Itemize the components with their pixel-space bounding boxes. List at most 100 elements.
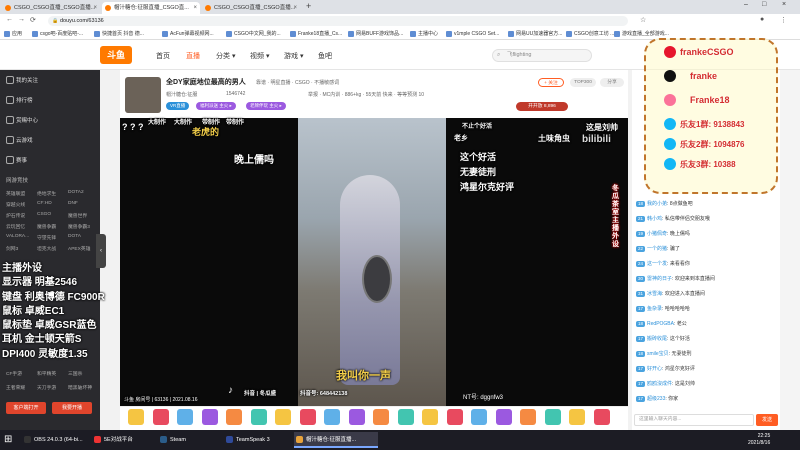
sidebar-category[interactable]: 坦克大战 [37,245,56,252]
bookmark[interactable]: 网易BUFF游戏饰品... [348,30,403,38]
chat-nickname[interactable]: 鸥鸥沒成件 [647,381,672,387]
gift-item[interactable] [348,409,365,425]
menu-icon[interactable]: ⋮ [780,16,787,24]
sidebar-category[interactable]: APEX英雄 [68,245,90,252]
sidebar-category[interactable]: CF手游 [6,370,22,377]
search-input[interactable]: ⌕ 飞flighting [492,49,592,62]
bookmark[interactable]: CSGO中文网_我的... [226,30,281,38]
sidebar-category[interactable]: 三国杀 [68,370,82,377]
hot-rank-button[interactable]: 开开放 8,896 [516,102,568,111]
sidebar-category[interactable]: 和平精英 [37,370,56,377]
chat-nickname[interactable]: 韩小鸡 [647,216,662,222]
sidebar-category[interactable]: 魔兽世界 [68,212,87,219]
chat-nickname[interactable]: 一个的猪 [647,246,667,252]
nav-video[interactable]: 视频 ▾ [250,51,269,61]
gift-item[interactable] [520,409,536,425]
sidebar-category[interactable]: 穿越火线 [6,201,25,208]
bookmark[interactable]: v1mple CSGO Set... [446,30,499,38]
new-tab-button[interactable]: + [306,1,311,11]
vr-badge[interactable]: VR直播 [166,102,190,110]
nav-category[interactable]: 分类 ▾ [216,51,235,61]
nav-games[interactable]: 游戏 ▾ [284,51,303,61]
taskbar-item-obs[interactable]: OBS 24.0.3 (64-bi... [22,432,88,448]
gift-item[interactable] [299,409,316,425]
gift-item[interactable] [446,409,463,425]
nav-home[interactable]: 首页 [156,51,170,61]
chat-nickname[interactable]: 好开心 [647,366,662,372]
gift-item[interactable] [201,409,218,425]
sidebar-category[interactable]: DNF [68,201,78,206]
sidebar-category[interactable]: 云玩回忆 [6,223,25,230]
profile-icon[interactable]: ● [760,16,764,23]
sidebar-item-events[interactable]: 赛事 [6,156,27,164]
bookmark[interactable]: AcFun弹幕视频网... [162,30,214,38]
bookmark[interactable]: 快捷首页 抖音 德... [94,30,144,38]
sidebar-category[interactable]: 剑网3 [6,245,18,252]
taskbar-item-5e[interactable]: 5E对战平台 [92,432,154,448]
nav-live[interactable]: 直播 [186,51,200,61]
browser-tab[interactable]: CSGO_CSGO直播_CSGO直播... × [2,2,100,14]
sidebar-category[interactable]: 天刀手游 [37,384,56,391]
sidebar-item-cloud-game[interactable]: 云游戏 [6,136,33,144]
streamer-avatar[interactable] [125,77,161,113]
gift-item[interactable] [373,409,389,425]
taskbar-item-teamspeak[interactable]: TeamSpeak 3 [224,432,290,448]
sidebar-category[interactable]: 王者荣耀 [6,384,25,391]
browser-tab[interactable]: CSGO_CSGO直播_CSGO直播... × [202,2,300,14]
taskbar-item-steam[interactable]: Steam [158,432,220,448]
reload-icon[interactable]: ⟳ [30,16,36,24]
sidebar-category[interactable]: DOTA2 [68,190,84,195]
chat-input[interactable]: 这里输入聊天内容... [634,414,754,426]
sidebar-category[interactable]: 绝地求生 [37,190,56,197]
sidebar-category[interactable]: 魔兽争霸3 [68,223,90,230]
companion-badge[interactable]: 老牌伴玩 主火 ▸ [246,102,286,110]
sidebar-category[interactable]: 魔兽争霸 [37,223,56,230]
close-icon[interactable]: × [93,2,97,14]
search-icon[interactable]: ⌕ [497,50,500,61]
chat-nickname[interactable]: 鱼杂录 [647,306,662,312]
chat-nickname[interactable]: 这一个发 [647,261,667,267]
gift-item[interactable] [177,409,193,425]
bookmark[interactable]: 主播中心 [410,30,438,38]
chat-nickname[interactable]: 冰雪海 [647,291,662,297]
close-icon[interactable]: × [193,2,197,14]
forward-icon[interactable]: → [18,16,25,23]
gift-item[interactable] [569,409,585,425]
chat-nickname[interactable]: smile宝贝 [647,351,669,357]
send-button[interactable]: 发送 [756,414,778,426]
chat-nickname[interactable]: 小猪佩奇 [647,231,667,237]
browser-tab-active[interactable]: 帽汁糖仓:征服直播_CSGO直... × [102,2,200,14]
follow-button[interactable]: + 关注 [538,78,564,87]
nav-fishbar[interactable]: 鱼吧 [318,51,332,61]
bookmark[interactable]: CSGO创意工坊 ... [566,30,614,38]
sidebar-category[interactable]: VALORA... [6,234,29,239]
gift-item[interactable] [152,409,169,425]
close-icon[interactable]: × [293,2,297,14]
bookmark[interactable]: csgo吧-百度贴吧-... [32,30,83,38]
welfare-badge[interactable]: 福利派送 主火 ▸ [196,102,236,110]
sidebar-category[interactable]: CF:HD [37,201,52,206]
sidebar-category[interactable]: CSGO [37,212,51,217]
url-input[interactable]: 🔒 douyu.com/63136 [48,16,628,26]
bookmark[interactable]: 游戏直播_全部游戏... [614,30,669,38]
open-client-button[interactable]: 客户端打开 [6,402,46,414]
streamer-name[interactable]: 帽汁糖仓:征服 [166,91,197,98]
sidebar-item-rewards[interactable]: 赏赐中心 [6,116,38,124]
start-stream-button[interactable]: 我要开播 [52,402,92,414]
gift-item[interactable] [275,409,291,425]
chat-nickname[interactable]: 我的小弟 [647,201,667,207]
chat-nickname[interactable]: 超级233 [647,396,665,402]
sidebar-category[interactable]: 炉石传说 [6,212,25,219]
gift-item[interactable] [495,409,512,425]
bookmark[interactable]: 网易UU加速器官方... [508,30,562,38]
share-button[interactable]: 分享 [600,78,624,87]
sidebar-item-rank[interactable]: 排行榜 [6,96,33,104]
chat-nickname[interactable]: 搬砖收尾 [647,336,667,342]
gift-item[interactable] [471,409,487,425]
gift-item[interactable] [544,409,561,425]
gift-item[interactable] [226,409,242,425]
sidebar-category[interactable]: 守望先锋 [37,234,56,241]
gift-item[interactable] [397,409,414,425]
sidebar-item-follow[interactable]: 我的关注 [6,76,38,84]
rank-button[interactable]: TOP300 [570,78,596,87]
